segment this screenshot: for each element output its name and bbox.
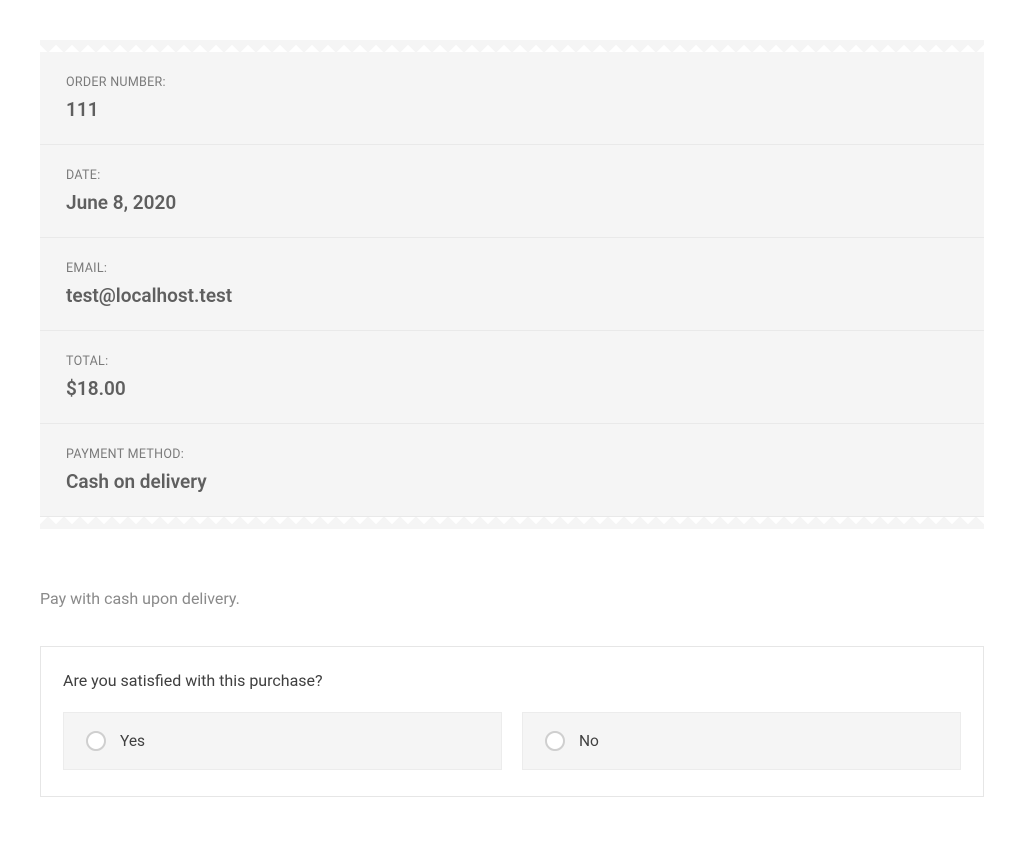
order-number-label: ORDER NUMBER: (66, 75, 958, 90)
payment-note: Pay with cash upon delivery. (40, 589, 984, 608)
order-payment-method-label: PAYMENT METHOD: (66, 447, 958, 462)
order-payment-method-value: Cash on delivery (66, 470, 958, 493)
order-total-label: TOTAL: (66, 354, 958, 369)
order-email-row: EMAIL: test@localhost.test (40, 238, 984, 331)
survey-box: Are you satisfied with this purchase? Ye… (40, 646, 984, 797)
survey-option-no[interactable]: No (522, 712, 961, 770)
order-date-value: June 8, 2020 (66, 191, 958, 214)
survey-question: Are you satisfied with this purchase? (63, 671, 961, 690)
order-email-label: EMAIL: (66, 261, 958, 276)
receipt-edge-bottom (40, 517, 984, 529)
survey-option-no-label: No (579, 732, 599, 750)
order-total-row: TOTAL: $18.00 (40, 331, 984, 424)
order-number-row: ORDER NUMBER: 111 (40, 52, 984, 145)
order-receipt: ORDER NUMBER: 111 DATE: June 8, 2020 EMA… (40, 40, 984, 529)
order-payment-method-row: PAYMENT METHOD: Cash on delivery (40, 424, 984, 517)
receipt-edge-top (40, 40, 984, 52)
order-email-value: test@localhost.test (66, 284, 958, 307)
survey-option-yes-label: Yes (120, 732, 145, 750)
order-date-row: DATE: June 8, 2020 (40, 145, 984, 238)
survey-options: Yes No (63, 712, 961, 770)
survey-option-yes[interactable]: Yes (63, 712, 502, 770)
radio-icon (545, 731, 565, 751)
order-number-value: 111 (66, 98, 958, 121)
order-date-label: DATE: (66, 168, 958, 183)
radio-icon (86, 731, 106, 751)
order-total-value: $18.00 (66, 377, 958, 400)
